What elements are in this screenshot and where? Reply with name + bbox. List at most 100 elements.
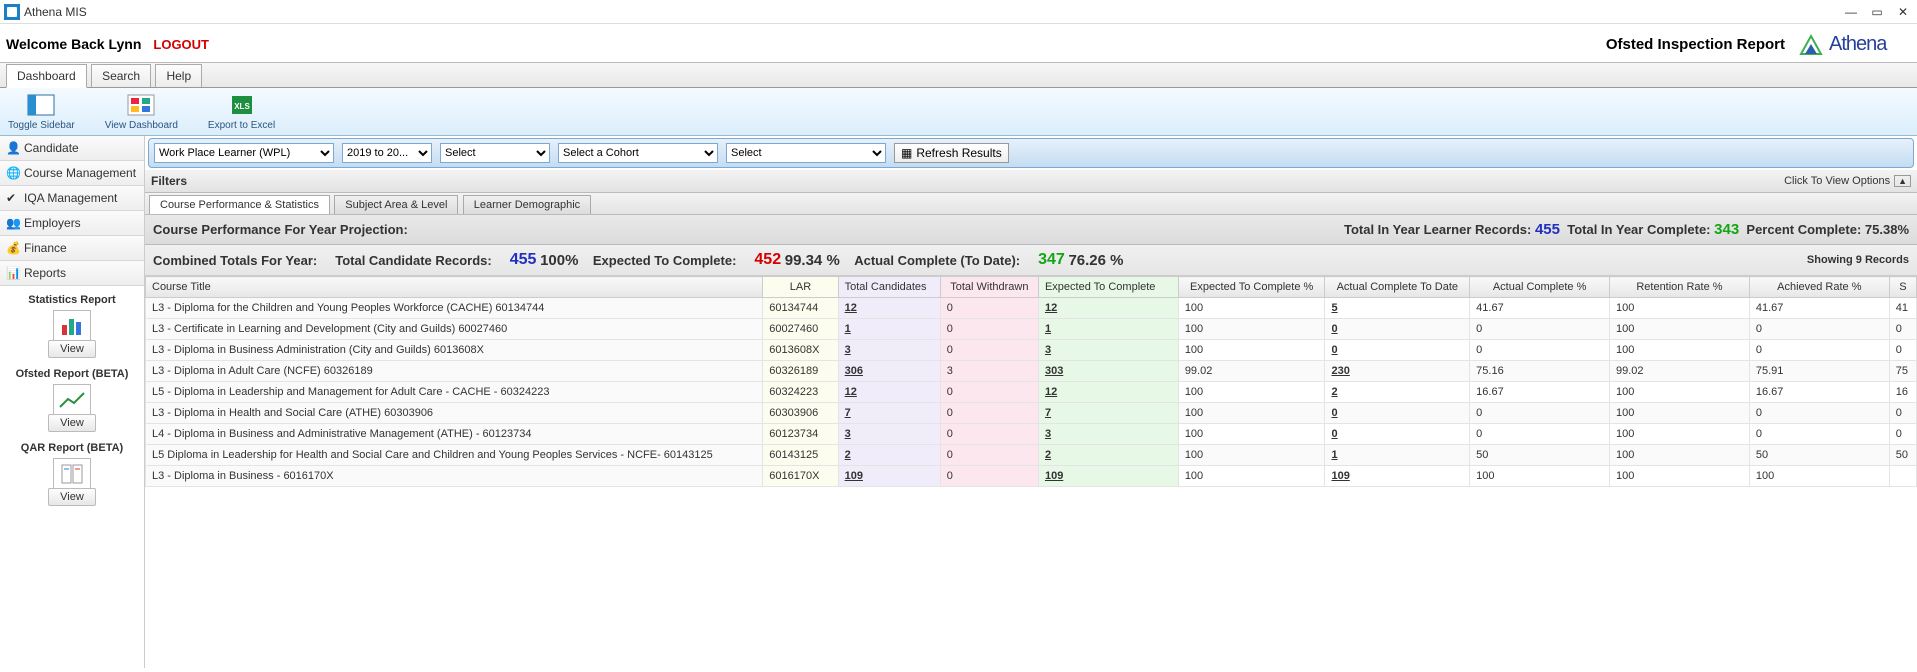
- table-row[interactable]: L3 - Diploma in Business Administration …: [146, 340, 1917, 361]
- filter-select-1[interactable]: Select: [440, 143, 550, 163]
- th-lar[interactable]: LAR: [763, 277, 838, 298]
- table-row[interactable]: L4 - Diploma in Business and Administrat…: [146, 424, 1917, 445]
- cell-actual-complete-pct: 0: [1470, 340, 1610, 361]
- cell-total-candidates[interactable]: 2: [838, 445, 940, 466]
- table-row[interactable]: L3 - Diploma in Adult Care (NCFE) 603261…: [146, 361, 1917, 382]
- cell-total-candidates[interactable]: 3: [838, 424, 940, 445]
- cell-actual-complete-date[interactable]: 109: [1325, 466, 1470, 487]
- cohort-select[interactable]: Select a Cohort: [558, 143, 718, 163]
- subtab-learner-demographic[interactable]: Learner Demographic: [463, 195, 591, 214]
- th-actual-complete-date[interactable]: Actual Complete To Date: [1325, 277, 1470, 298]
- th-total-withdrawn[interactable]: Total Withdrawn: [940, 277, 1038, 298]
- th-expected-complete[interactable]: Expected To Complete: [1038, 277, 1178, 298]
- cell-total-candidates[interactable]: 7: [838, 403, 940, 424]
- cell-retention-rate: 100: [1610, 403, 1750, 424]
- cell-total-withdrawn: 0: [940, 403, 1038, 424]
- tab-dashboard[interactable]: Dashboard: [6, 64, 87, 88]
- cell-expected-complete[interactable]: 3: [1038, 424, 1178, 445]
- cell-total-withdrawn: 0: [940, 382, 1038, 403]
- th-course-title[interactable]: Course Title: [146, 277, 763, 298]
- cell-achieved-rate: 50: [1749, 445, 1889, 466]
- cell-expected-complete[interactable]: 2: [1038, 445, 1178, 466]
- cell-expected-complete[interactable]: 109: [1038, 466, 1178, 487]
- table-row[interactable]: L5 - Diploma in Leadership and Managemen…: [146, 382, 1917, 403]
- cell-actual-complete-date[interactable]: 0: [1325, 319, 1470, 340]
- filter-select-2[interactable]: Select: [726, 143, 886, 163]
- subtab-course-performance[interactable]: Course Performance & Statistics: [149, 195, 330, 214]
- sidebar-item-employers[interactable]: 👥Employers: [0, 211, 144, 236]
- percent-label: Percent Complete:: [1746, 222, 1861, 237]
- cell-expected-complete[interactable]: 7: [1038, 403, 1178, 424]
- cell-expected-complete[interactable]: 12: [1038, 298, 1178, 319]
- cell-expected-complete[interactable]: 12: [1038, 382, 1178, 403]
- sidebar-item-finance[interactable]: 💰 Finance: [0, 236, 144, 261]
- cell-total-candidates[interactable]: 12: [838, 382, 940, 403]
- table-row[interactable]: L3 - Diploma in Business - 6016170X60161…: [146, 466, 1917, 487]
- th-total-candidates[interactable]: Total Candidates: [838, 277, 940, 298]
- minimize-button[interactable]: —: [1845, 6, 1857, 18]
- cell-title: L3 - Diploma in Business Administration …: [146, 340, 763, 361]
- person-icon: 👤: [6, 141, 20, 155]
- learner-type-select[interactable]: Work Place Learner (WPL): [154, 143, 334, 163]
- cell-expected-complete-pct: 100: [1178, 382, 1325, 403]
- refresh-results-button[interactable]: ▦ Refresh Results: [894, 143, 1009, 163]
- th-achieved-rate[interactable]: Achieved Rate %: [1749, 277, 1889, 298]
- sidebar-item-candidate[interactable]: 👤Candidate: [0, 136, 144, 161]
- cell-actual-complete-pct: 100: [1470, 466, 1610, 487]
- filter-bar: Work Place Learner (WPL) 2019 to 20... S…: [148, 138, 1914, 168]
- table-header-row: Course Title LAR Total Candidates Total …: [146, 277, 1917, 298]
- cell-lar: 60027460: [763, 319, 838, 340]
- cell-expected-complete[interactable]: 1: [1038, 319, 1178, 340]
- table-row[interactable]: L3 - Diploma for the Children and Young …: [146, 298, 1917, 319]
- export-excel-button[interactable]: XLS Export to Excel: [208, 92, 275, 131]
- cell-actual-complete-date[interactable]: 1: [1325, 445, 1470, 466]
- table-container: Course Title LAR Total Candidates Total …: [145, 276, 1917, 668]
- records-label: Total In Year Learner Records:: [1344, 222, 1531, 237]
- cell-total-withdrawn: 0: [940, 424, 1038, 445]
- view-options-button[interactable]: Click To View Options ▲: [1784, 175, 1911, 187]
- statistics-view-button[interactable]: View: [48, 340, 96, 358]
- toggle-sidebar-button[interactable]: Toggle Sidebar: [8, 92, 75, 131]
- sidebar-item-iqa-management[interactable]: ✔IQA Management: [0, 186, 144, 211]
- ofsted-view-button[interactable]: View: [48, 414, 96, 432]
- cell-actual-complete-date[interactable]: 2: [1325, 382, 1470, 403]
- year-select[interactable]: 2019 to 20...: [342, 143, 432, 163]
- cell-actual-complete-date[interactable]: 0: [1325, 340, 1470, 361]
- sidebar-item-label: Finance: [24, 241, 67, 255]
- cell-total-candidates[interactable]: 1: [838, 319, 940, 340]
- qar-view-button[interactable]: View: [48, 488, 96, 506]
- cell-total-candidates[interactable]: 12: [838, 298, 940, 319]
- tab-search[interactable]: Search: [91, 64, 151, 87]
- th-retention-rate[interactable]: Retention Rate %: [1610, 277, 1750, 298]
- subtab-subject-area[interactable]: Subject Area & Level: [334, 195, 458, 214]
- logout-link[interactable]: LOGOUT: [153, 37, 209, 52]
- cell-total-candidates[interactable]: 3: [838, 340, 940, 361]
- sidebar-item-course-management[interactable]: 🌐Course Management: [0, 161, 144, 186]
- cell-actual-complete-date[interactable]: 5: [1325, 298, 1470, 319]
- cell-achieved-rate: 75.91: [1749, 361, 1889, 382]
- tab-help[interactable]: Help: [155, 64, 202, 87]
- close-button[interactable]: ✕: [1897, 6, 1909, 18]
- cell-actual-complete-date[interactable]: 230: [1325, 361, 1470, 382]
- table-row[interactable]: L3 - Certificate in Learning and Develop…: [146, 319, 1917, 340]
- view-dashboard-button[interactable]: View Dashboard: [105, 92, 178, 131]
- cell-total-candidates[interactable]: 306: [838, 361, 940, 382]
- table-row[interactable]: L5 Diploma in Leadership for Health and …: [146, 445, 1917, 466]
- cell-lar: 6016170X: [763, 466, 838, 487]
- cell-s: 41: [1889, 298, 1916, 319]
- cell-actual-complete-date[interactable]: 0: [1325, 403, 1470, 424]
- sidebar-item-reports[interactable]: 📊Reports: [0, 261, 144, 286]
- cell-expected-complete[interactable]: 303: [1038, 361, 1178, 382]
- th-expected-complete-pct[interactable]: Expected To Complete %: [1178, 277, 1325, 298]
- app-icon: [4, 4, 20, 20]
- maximize-button[interactable]: ▭: [1871, 6, 1883, 18]
- cell-total-candidates[interactable]: 109: [838, 466, 940, 487]
- th-s[interactable]: S: [1889, 277, 1916, 298]
- cell-expected-complete[interactable]: 3: [1038, 340, 1178, 361]
- money-icon: 💰: [6, 241, 20, 255]
- logo-icon: [1797, 32, 1825, 56]
- cell-actual-complete-date[interactable]: 0: [1325, 424, 1470, 445]
- table-row[interactable]: L3 - Diploma in Health and Social Care (…: [146, 403, 1917, 424]
- th-actual-complete-pct[interactable]: Actual Complete %: [1470, 277, 1610, 298]
- cell-total-withdrawn: 0: [940, 466, 1038, 487]
